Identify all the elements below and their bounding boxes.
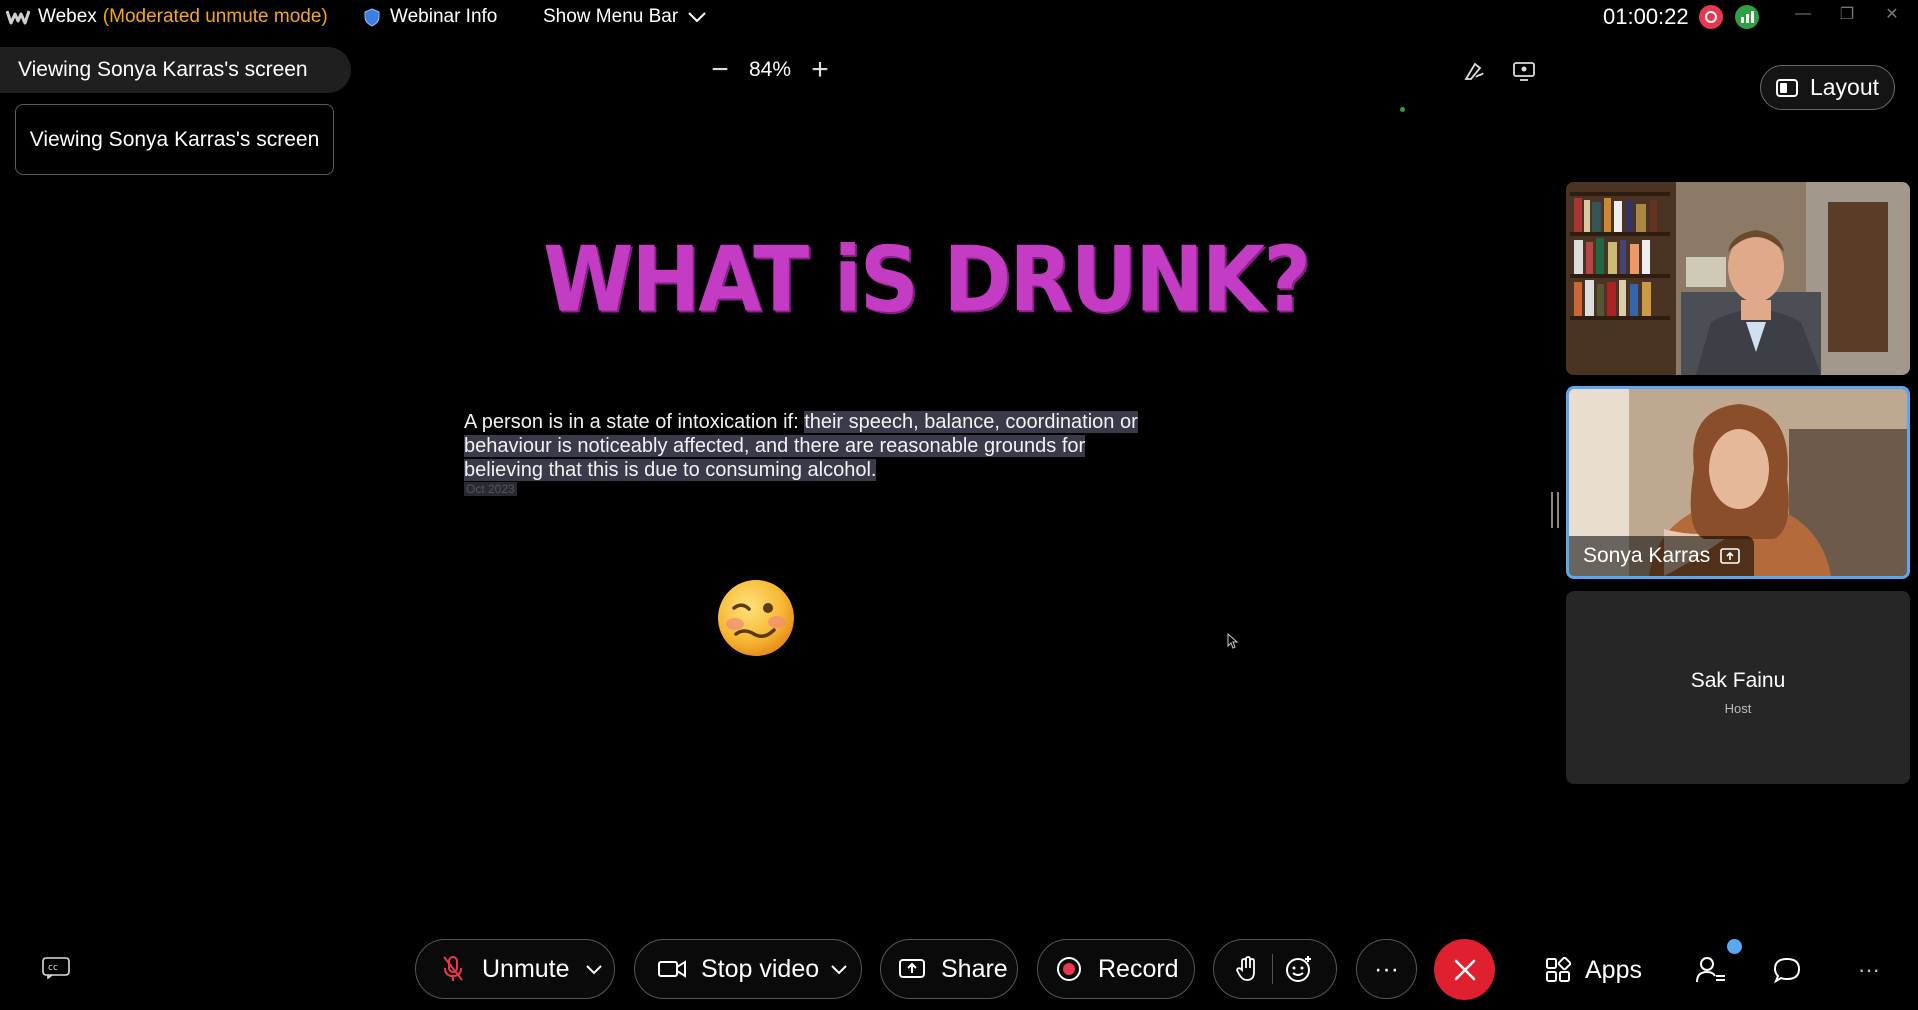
video-tile-sak-fainu[interactable]: Sak Fainu Host: [1566, 591, 1910, 784]
stop-video-button[interactable]: Stop video: [634, 939, 862, 999]
webinar-info-button[interactable]: Webinar Info: [364, 0, 497, 34]
chat-button[interactable]: [1773, 945, 1801, 995]
share-button[interactable]: Share: [880, 939, 1018, 999]
shield-icon: [364, 7, 380, 27]
chat-bubble-icon: [1773, 957, 1801, 984]
title-bar: Webex (Moderated unmute mode) Webinar In…: [0, 0, 1918, 34]
viewing-screen-pill[interactable]: Viewing Sonya Karras's screen: [0, 47, 351, 93]
show-menu-bar-button[interactable]: Show Menu Bar: [543, 0, 706, 34]
raise-hand-icon[interactable]: [1222, 956, 1272, 982]
overflow-menu-button[interactable]: ···: [1858, 945, 1880, 995]
slide-reference: Oct 2023: [464, 482, 517, 496]
video-tile-sonya-karras[interactable]: Sonya Karras: [1566, 386, 1910, 579]
share-control-icon[interactable]: [1509, 56, 1539, 86]
reactions-group: [1213, 939, 1337, 999]
minimize-window-button[interactable]: —: [1783, 0, 1823, 28]
zoom-in-button[interactable]: +: [800, 50, 840, 90]
zoom-control: − 84% +: [700, 50, 840, 90]
show-menu-bar-label: Show Menu Bar: [543, 6, 679, 27]
meeting-timer: 01:00:22: [1603, 4, 1689, 29]
svg-text:cc: cc: [48, 963, 58, 973]
closed-captions-icon[interactable]: cc: [42, 957, 72, 981]
apps-button[interactable]: Apps: [1545, 945, 1642, 995]
more-options-button[interactable]: ···: [1356, 939, 1417, 999]
video-tile-participant-1[interactable]: [1566, 182, 1910, 375]
video-camera-icon: [657, 959, 687, 979]
chevron-down-icon: [688, 12, 706, 22]
notification-badge: [1727, 939, 1742, 954]
participant-video-feed: [1566, 182, 1910, 375]
panel-resize-handle[interactable]: [1551, 492, 1559, 528]
microphone-muted-icon: [438, 955, 468, 983]
stop-video-label: Stop video: [701, 954, 820, 983]
video-options-chevron-icon[interactable]: [821, 950, 857, 990]
annotate-pen-icon[interactable]: [1459, 56, 1489, 86]
audio-options-chevron-icon[interactable]: [576, 950, 612, 990]
recording-indicator-icon[interactable]: [1698, 0, 1724, 34]
unmute-label: Unmute: [482, 954, 570, 983]
network-health-icon[interactable]: [1734, 0, 1760, 34]
apps-label: Apps: [1585, 955, 1642, 984]
viewing-screen-tooltip: Viewing Sonya Karras's screen: [15, 104, 334, 175]
participant-name: Sak Fainu: [1690, 669, 1786, 692]
share-label: Share: [941, 954, 1008, 983]
app-title: Webex (Moderated unmute mode): [38, 0, 328, 34]
mouse-cursor-icon: [1227, 633, 1239, 649]
unmute-mode-label: (Moderated unmute mode): [102, 6, 328, 27]
app-name: Webex: [38, 6, 97, 27]
zoom-out-button[interactable]: −: [700, 50, 740, 90]
reactions-emoji-icon[interactable]: [1273, 955, 1325, 983]
apps-grid-icon: [1546, 957, 1571, 982]
sharing-screen-icon: [1720, 548, 1741, 564]
restore-window-button[interactable]: ❐: [1827, 0, 1867, 28]
participant-role: Host: [1724, 701, 1752, 716]
layout-label: Layout: [1809, 74, 1880, 100]
slide-body-text: A person is in a state of intoxication i…: [464, 410, 1144, 482]
participants-button[interactable]: [1696, 945, 1726, 995]
record-label: Record: [1098, 954, 1179, 983]
record-icon: [1054, 956, 1084, 982]
participants-icon: [1696, 957, 1725, 983]
status-dot: [1400, 107, 1405, 112]
end-meeting-button[interactable]: [1434, 939, 1495, 1000]
close-icon: [1454, 959, 1475, 980]
webex-logo-icon: [6, 0, 30, 34]
layout-icon: [1775, 78, 1798, 97]
record-button[interactable]: Record: [1037, 939, 1195, 999]
share-screen-icon: [897, 958, 927, 980]
slide-title: WHAT iS DRUNK?: [543, 228, 1311, 333]
slide-body-plain: A person is in a state of intoxication i…: [464, 411, 805, 433]
layout-button[interactable]: Layout: [1760, 65, 1895, 110]
webinar-info-label: Webinar Info: [390, 6, 498, 27]
participant-name: Sonya Karras: [1583, 544, 1711, 567]
participant-name-tag: Sonya Karras: [1569, 536, 1755, 576]
close-window-button[interactable]: ✕: [1872, 0, 1912, 28]
zoom-level: 84%: [748, 58, 792, 81]
woozy-face-emoji-icon: [718, 580, 794, 656]
unmute-button[interactable]: Unmute: [415, 939, 615, 999]
